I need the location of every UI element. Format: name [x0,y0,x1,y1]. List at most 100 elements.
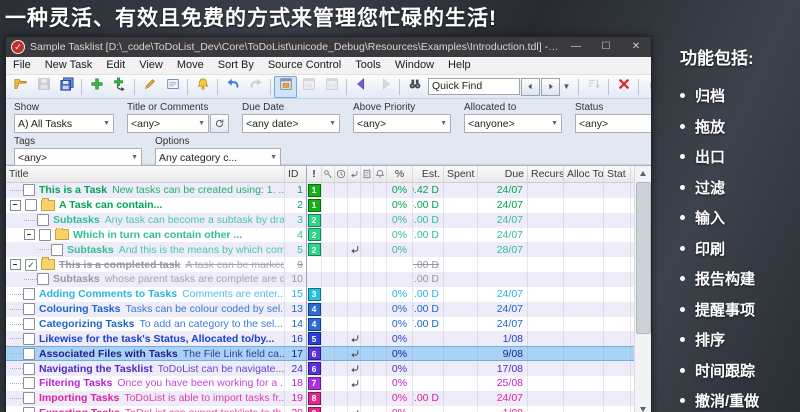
scrollbar-thumb[interactable] [636,182,651,334]
task-checkbox[interactable] [23,377,35,390]
task-checkbox[interactable] [39,228,51,241]
menu-item-file[interactable]: File [6,57,38,74]
task-checkbox[interactable] [23,332,35,345]
priority-filter[interactable]: <any> ▼ [353,114,451,133]
tree-collapse-icon[interactable] [24,229,35,241]
task-row[interactable]: Colouring Tasks Tasks can be colour coded… [6,301,635,317]
sort-button[interactable] [582,76,605,98]
undo-button[interactable] [221,76,244,98]
task-row[interactable]: This is a Task New tasks can be created u… [6,183,635,198]
duedate-filter[interactable]: <any date> ▼ [242,114,340,133]
task-row[interactable]: Filtering Tasks Once you have been workin… [6,375,635,391]
column-header-recurs[interactable]: Recurs [528,166,564,182]
save-all-button[interactable] [55,76,78,98]
task-checkbox[interactable] [37,273,49,286]
find-tasks-button[interactable] [403,76,426,98]
maximize-both-button[interactable] [320,76,343,98]
redo-button[interactable] [244,76,267,98]
save-tasklist-button[interactable] [32,76,55,98]
open-tasklist-button[interactable] [9,76,32,98]
column-header-reminder-icon[interactable] [374,166,387,182]
task-row[interactable]: Subtasks Any task can become a subtask by… [6,212,635,228]
task-checkbox[interactable] [23,184,35,197]
task-checkbox[interactable] [23,318,35,331]
new-task-button[interactable] [85,76,108,98]
allocto-filter[interactable]: <anyone> ▼ [464,114,562,133]
lock-button[interactable] [642,76,651,98]
quick-find-dropdown-icon[interactable]: ▼ [560,79,573,95]
task-checkbox[interactable] [23,392,35,405]
new-subtask-button[interactable] [108,76,131,98]
column-header-priority[interactable]: ! [307,166,322,182]
column-header-title[interactable]: Title [6,166,285,182]
task-row[interactable]: Importing Tasks ToDoList is able to impor… [6,390,635,406]
task-row[interactable]: Subtasks And this is the means by which c… [6,242,635,258]
status-filter[interactable]: <any> ▼ [575,114,651,133]
task-row[interactable]: ✓ This is a completed task A task can be m… [6,257,635,273]
menu-item-edit[interactable]: Edit [99,57,132,74]
column-header-alloc-to[interactable]: Alloc To [564,166,604,182]
quick-find-prev-button[interactable] [521,77,540,96]
menu-item-view[interactable]: View [132,57,170,74]
vertical-scrollbar[interactable] [634,166,651,412]
reminder-button[interactable] [191,76,214,98]
column-header-est[interactable]: Est. [413,166,444,182]
task-checkbox[interactable]: ✓ [25,258,37,271]
task-row[interactable]: Navigating the Tasklist ToDoList can be n… [6,361,635,376]
column-header-status[interactable]: Stat [604,166,631,182]
column-header-spent[interactable]: Spent [444,166,478,182]
task-checkbox[interactable] [23,288,35,301]
title-filter[interactable]: <any> ▼ [127,114,209,133]
edit-task-button[interactable] [138,76,161,98]
menu-item-help[interactable]: Help [441,57,478,74]
column-header-recurrence-icon[interactable] [348,166,361,182]
tree-collapse-icon[interactable] [10,259,21,271]
menu-item-source-control[interactable]: Source Control [261,57,348,74]
task-row[interactable]: Adding Comments to Tasks Comments are ent… [6,286,635,302]
nav-forward-button[interactable] [373,76,396,98]
nav-back-button[interactable] [350,76,373,98]
menu-item-sort-by[interactable]: Sort By [211,57,261,74]
task-row[interactable]: Exporting Tasks ToDoList can export taskl… [6,405,635,412]
task-row[interactable]: Subtasks whose parent tasks are complete … [6,272,635,287]
menu-item-new-task[interactable]: New Task [38,57,99,74]
task-checkbox[interactable] [23,362,35,375]
column-header-clock-icon[interactable] [335,166,348,182]
task-row[interactable]: A Task can contain... 21 0%26.00 D 24/07 [6,197,635,213]
scroll-up-button[interactable] [635,166,650,181]
tree-collapse-icon[interactable] [10,199,21,211]
title-filter-options-button[interactable] [210,114,229,133]
maximize-tasklist-button[interactable] [274,75,297,98]
quick-find-next-button[interactable] [541,77,560,96]
column-header-pct[interactable]: % [387,166,413,182]
task-checkbox[interactable] [23,303,35,316]
task-row[interactable]: Associated Files with Tasks The File Link… [6,346,635,362]
task-checkbox[interactable] [23,407,35,412]
task-priority-cell: 6 [307,346,322,362]
task-checkbox[interactable] [37,214,49,227]
column-header-filelink-icon[interactable] [361,166,374,182]
menu-item-move[interactable]: Move [170,57,211,74]
quick-find-input[interactable]: Quick Find [428,78,520,95]
task-row[interactable]: Which in turn can contain other ... 42 0%7… [6,227,635,243]
task-checkbox[interactable] [25,199,37,212]
title-bar[interactable]: ✓ Sample Tasklist [D:\_code\ToDoList_Dev… [6,37,651,57]
maximize-button[interactable]: ☐ [591,37,621,57]
show-filter[interactable]: A) All Tasks ▼ [14,114,114,133]
task-row[interactable]: Likewise for the task's Status, Allocate… [6,331,635,347]
minimize-button[interactable]: — [561,37,591,57]
close-button[interactable]: ✕ [621,37,651,57]
column-header-due[interactable]: Due [478,166,528,182]
task-row[interactable]: Categorizing Tasks To add an category to … [6,316,635,332]
task-reminder-icon-cell [374,242,387,258]
scroll-down-button[interactable] [635,402,650,412]
column-header-id[interactable]: ID [285,166,307,182]
task-checkbox[interactable] [23,347,35,360]
menu-item-tools[interactable]: Tools [348,57,388,74]
edit-notes-button[interactable] [161,76,184,98]
column-header-lock-icon[interactable] [322,166,335,182]
maximize-comments-button[interactable] [297,76,320,98]
menu-item-window[interactable]: Window [388,57,441,74]
task-checkbox[interactable] [51,243,63,256]
delete-task-button[interactable] [612,76,635,98]
